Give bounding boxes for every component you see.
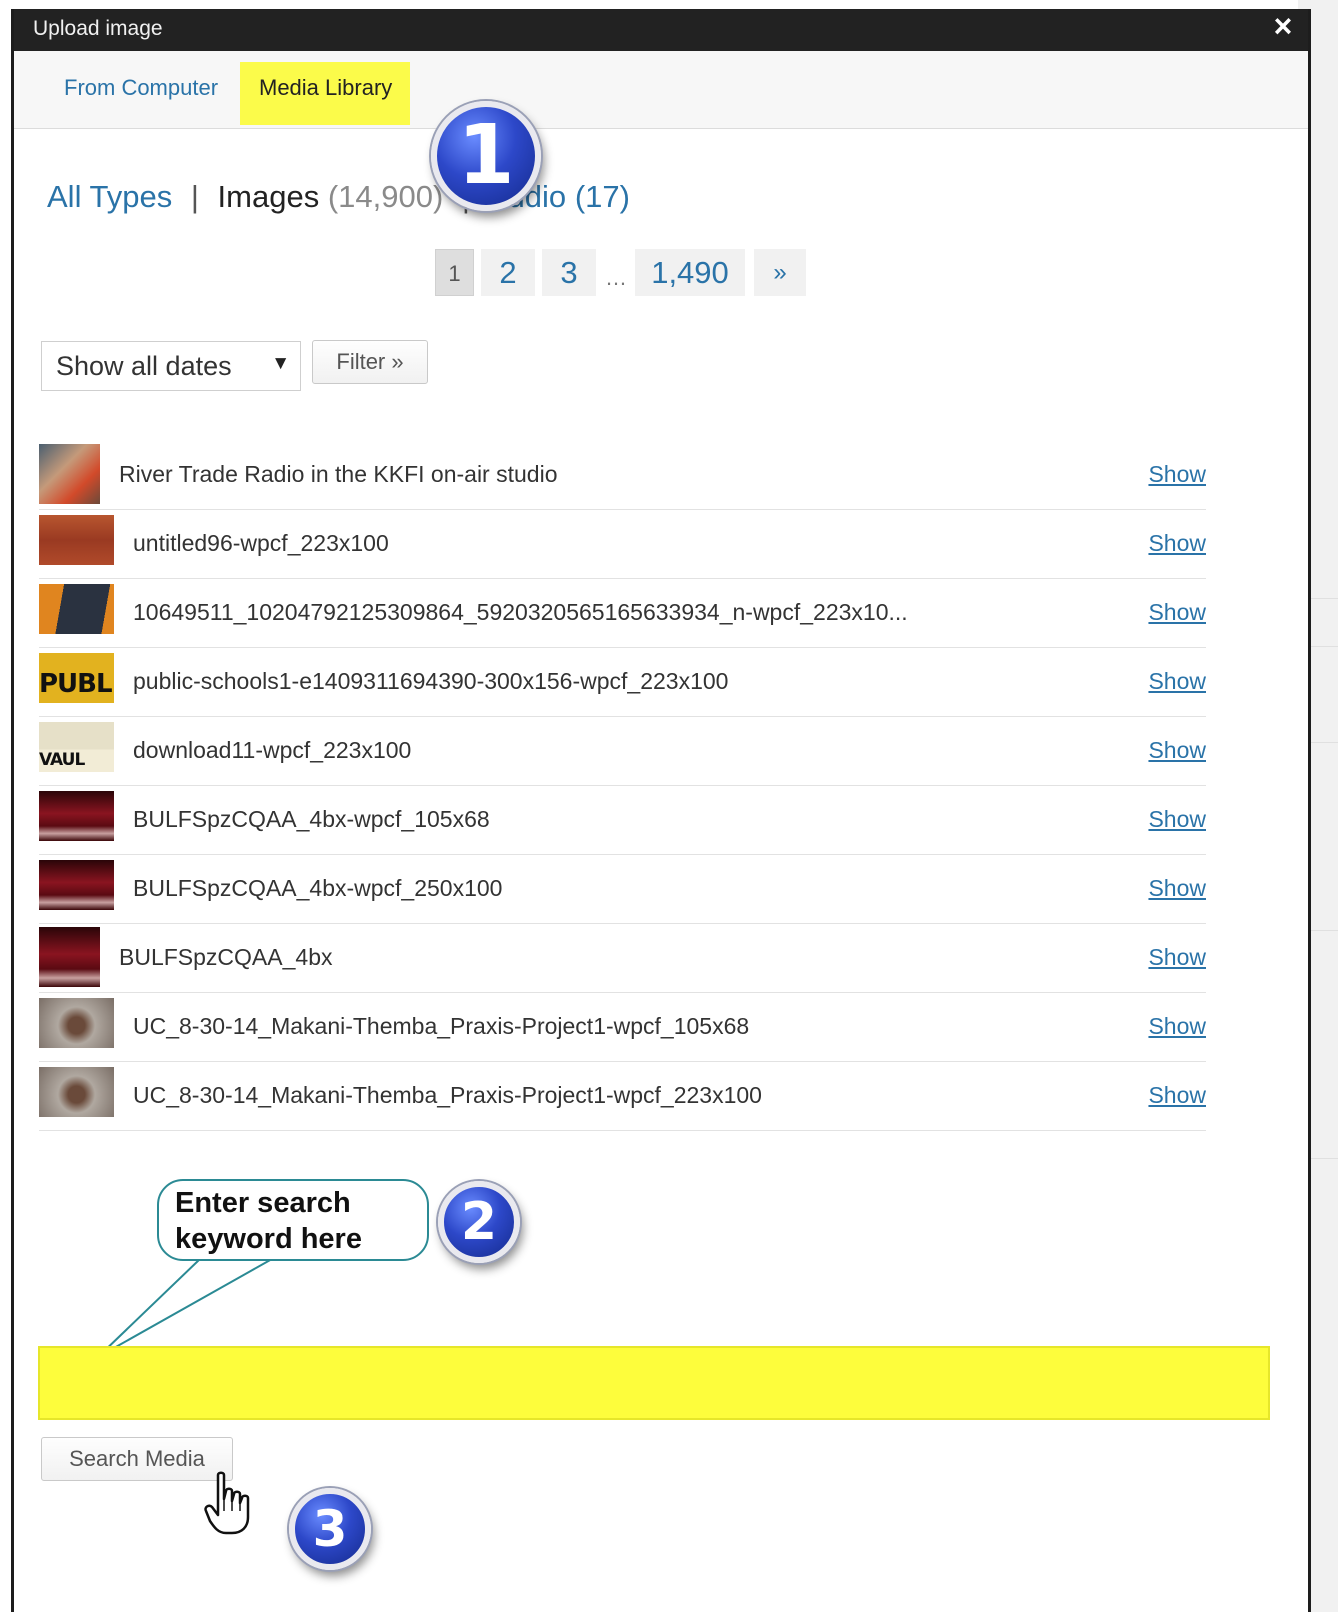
step-3-callout: 3 [289,1488,371,1570]
search-hint-bubble: Enter search keyword here [157,1179,429,1261]
hand-pointer-icon [204,1471,250,1535]
upload-image-dialog: Upload image × From Computer Media Libra… [11,9,1311,1612]
bubble-text-line: Enter search [175,1187,351,1219]
step-2-callout: 2 [438,1181,520,1263]
bubble-text-line: keyword here [175,1223,362,1255]
search-input[interactable] [38,1346,1270,1420]
